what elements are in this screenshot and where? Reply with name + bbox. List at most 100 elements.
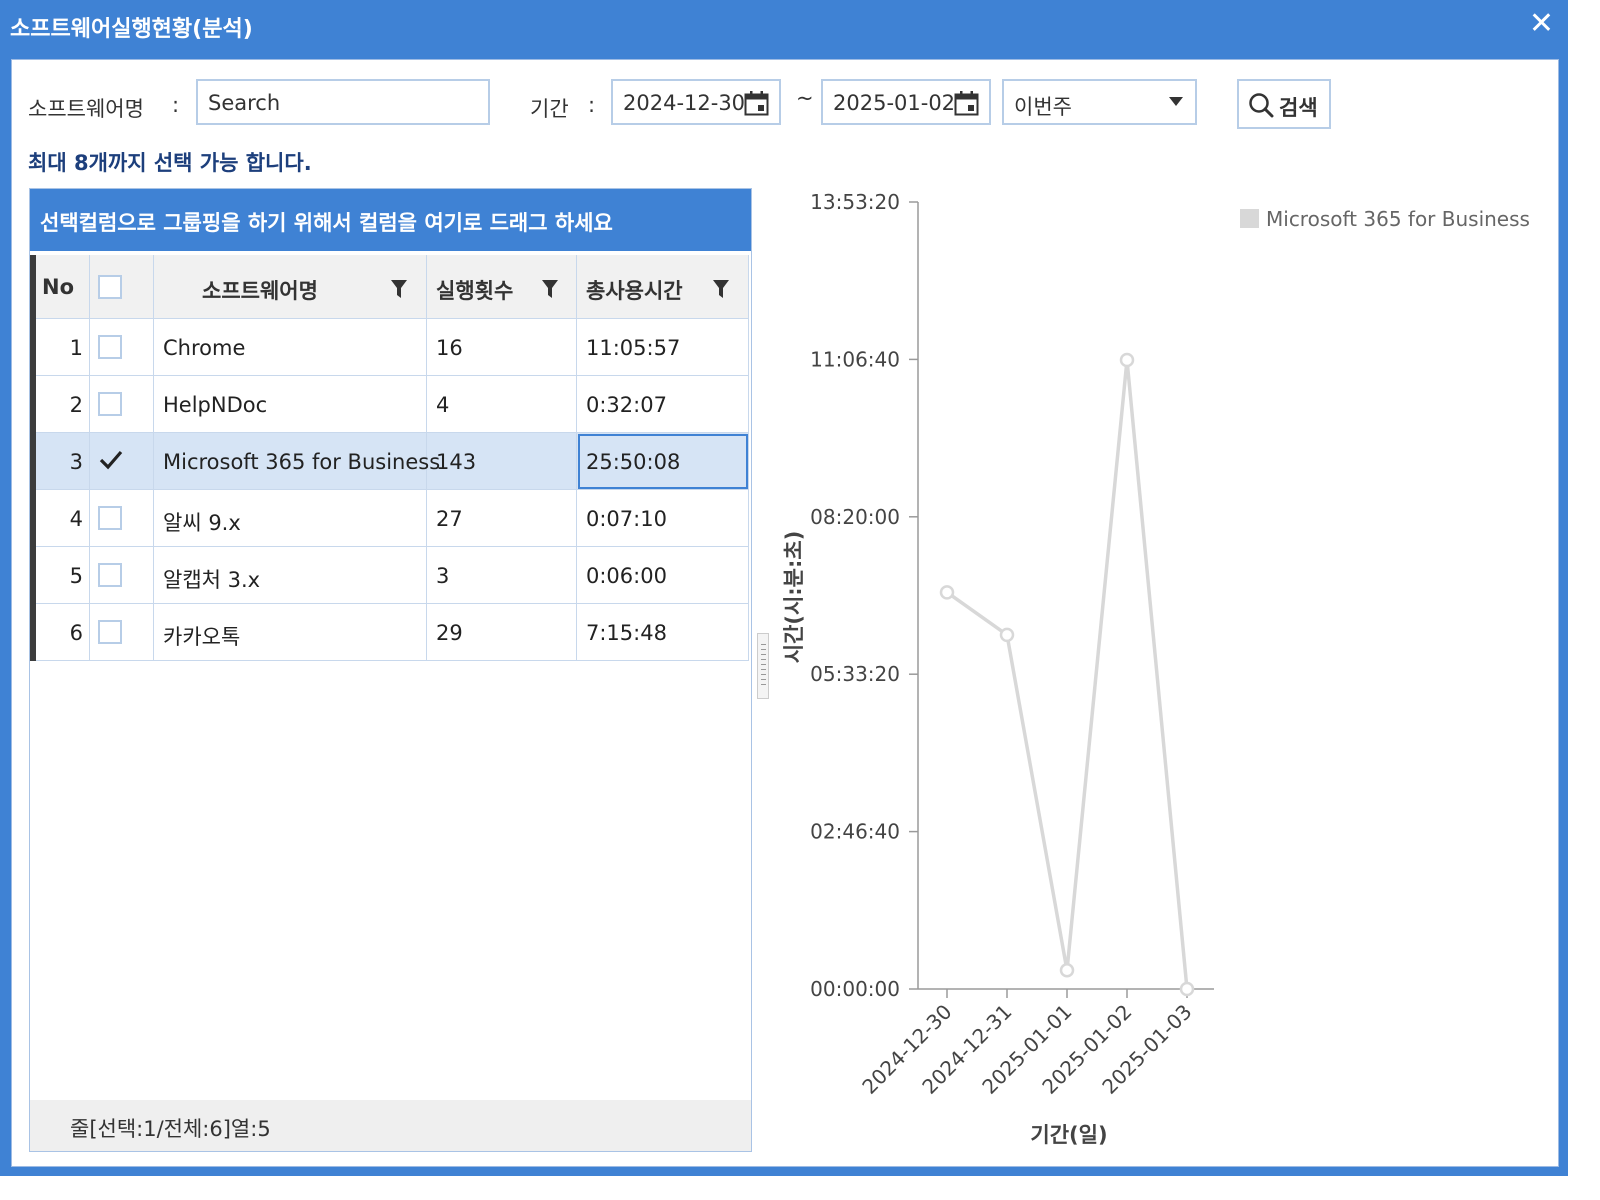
total-time: 11:05:57 <box>586 336 681 360</box>
row-number-cell: 6 <box>36 604 90 661</box>
software-name-cell[interactable]: HelpNDoc <box>154 376 427 433</box>
legend-swatch <box>1240 209 1259 228</box>
y-tick-label: 13:53:20 <box>810 190 900 214</box>
table-row[interactable]: 4 알씨 9.x 27 0:07:10 <box>36 490 749 547</box>
run-count-cell[interactable]: 29 <box>427 604 577 661</box>
software-name-cell[interactable]: 카카오톡 <box>154 604 427 661</box>
data-point <box>1179 981 1195 997</box>
software-name-cell[interactable]: Chrome <box>154 319 427 376</box>
run-count: 27 <box>436 507 463 531</box>
software-name-cell[interactable]: 알캡처 3.x <box>154 547 427 604</box>
period-preset-value: 이번주 <box>1014 95 1072 119</box>
data-point <box>939 585 955 600</box>
data-point <box>1059 963 1075 978</box>
row-checkbox-checked[interactable] <box>98 449 123 473</box>
column-header-software-name[interactable]: 소프트웨어명 <box>154 255 427 319</box>
row-number: 4 <box>69 507 83 531</box>
search-input[interactable]: Search <box>196 79 490 125</box>
group-by-panel[interactable]: 선택컬럼으로 그룹핑을 하기 위해서 컬럼을 여기로 드래그 하세요 <box>30 189 751 251</box>
total-time-cell-focused[interactable]: 25:50:08 <box>577 433 749 490</box>
software-name: 알씨 9.x <box>163 511 241 535</box>
usage-time-line-chart: 00:00:00 02:46:40 05:33:20 08:20:00 11:06:40… <box>782 190 1530 1147</box>
period-preset-select[interactable]: 이번주 <box>1002 79 1197 125</box>
row-checkbox[interactable] <box>98 392 122 416</box>
row-number: 5 <box>69 564 83 588</box>
filter-icon[interactable] <box>390 279 408 299</box>
row-select-cell <box>90 433 154 490</box>
run-count-cell[interactable]: 4 <box>427 376 577 433</box>
close-icon[interactable]: ✕ <box>1529 8 1554 40</box>
total-time-cell[interactable]: 0:06:00 <box>577 547 749 604</box>
run-count-cell[interactable]: 27 <box>427 490 577 547</box>
grid-status-bar: 줄[선택:1/전체:6]열:5 <box>30 1100 751 1151</box>
row-number-cell: 4 <box>36 490 90 547</box>
row-select-cell <box>90 490 154 547</box>
software-name-cell[interactable]: Microsoft 365 for Business <box>154 433 440 490</box>
total-time-cell[interactable]: 7:15:48 <box>577 604 749 661</box>
row-number-cell: 2 <box>36 376 90 433</box>
window-title: 소프트웨어실행현황(분석) <box>10 17 253 42</box>
run-count-cell[interactable]: 143 <box>427 433 577 490</box>
date-from-field[interactable]: 2024-12-30 <box>611 79 781 125</box>
software-name: Microsoft 365 for Business <box>163 450 441 474</box>
row-checkbox[interactable] <box>98 620 122 644</box>
total-time-cell[interactable]: 11:05:57 <box>577 319 749 376</box>
data-point <box>1119 352 1135 368</box>
software-name-label: 소프트웨어명 <box>28 97 144 121</box>
total-time: 7:15:48 <box>586 621 667 645</box>
calendar-icon[interactable] <box>744 90 769 116</box>
table-row[interactable]: 2 HelpNDoc 4 0:32:07 <box>36 376 749 433</box>
total-time-cell[interactable]: 0:07:10 <box>577 490 749 547</box>
table-row[interactable]: 5 알캡처 3.x 3 0:06:00 <box>36 547 749 604</box>
checkmark-icon <box>99 450 123 470</box>
period-label-separator: : <box>588 93 596 117</box>
row-checkbox[interactable] <box>98 335 122 359</box>
software-name: 카카오톡 <box>163 625 241 649</box>
software-name: HelpNDoc <box>163 393 268 417</box>
row-number: 3 <box>69 450 83 474</box>
run-count: 143 <box>436 450 477 474</box>
software-grid: 선택컬럼으로 그룹핑을 하기 위해서 컬럼을 여기로 드래그 하세요 No 소프… <box>29 188 752 1152</box>
software-name: Chrome <box>163 336 246 360</box>
dialog-window: 소프트웨어실행현황(분석) ✕ 소프트웨어명 : Search 기간 : 202… <box>0 0 1568 1176</box>
y-tick-label: 05:33:20 <box>810 662 900 686</box>
row-number-cell: 5 <box>36 547 90 604</box>
search-button[interactable]: 검색 <box>1237 79 1331 129</box>
x-axis-label: 기간(일) <box>1030 1123 1107 1147</box>
table-row-selected[interactable]: 3 Microsoft 365 for Business 143 25:50:0… <box>36 433 749 490</box>
chart-legend: Microsoft 365 for Business <box>1240 207 1530 231</box>
run-count-cell[interactable]: 16 <box>427 319 577 376</box>
chart-series <box>939 352 1195 997</box>
row-checkbox[interactable] <box>98 506 122 530</box>
software-name-cell[interactable]: 알씨 9.x <box>154 490 427 547</box>
row-number: 6 <box>69 621 83 645</box>
calendar-icon[interactable] <box>954 90 979 116</box>
run-count: 29 <box>436 621 463 645</box>
title-bar: 소프트웨어실행현황(분석) ✕ <box>0 0 1568 50</box>
select-all-checkbox[interactable] <box>98 275 122 299</box>
y-axis-ticks: 00:00:00 02:46:40 05:33:20 08:20:00 11:06:40… <box>810 190 918 1001</box>
search-input-value: Search <box>208 91 281 115</box>
column-header-total-time[interactable]: 총사용시간 <box>577 255 749 319</box>
total-time: 0:32:07 <box>586 393 667 417</box>
column-header-no[interactable]: No <box>36 255 90 319</box>
filter-icon[interactable] <box>712 279 730 299</box>
y-axis-label: 시간(시:분:초) <box>782 531 806 664</box>
grid-status-text: 줄[선택:1/전체:6]열:5 <box>70 1117 271 1141</box>
data-point <box>999 627 1015 643</box>
row-number: 2 <box>69 393 83 417</box>
selection-limit-notice: 최대 8개까지 선택 가능 합니다. <box>28 151 312 175</box>
date-to-field[interactable]: 2025-01-02 <box>821 79 991 125</box>
run-count: 4 <box>436 393 450 417</box>
column-header-run-count[interactable]: 실행횟수 <box>427 255 577 319</box>
table-row[interactable]: 6 카카오톡 29 7:15:48 <box>36 604 749 661</box>
total-time-cell[interactable]: 0:32:07 <box>577 376 749 433</box>
y-tick-label: 08:20:00 <box>810 505 900 529</box>
panel-splitter-handle[interactable] <box>757 633 769 699</box>
date-to-value: 2025-01-02 <box>833 91 956 115</box>
table-row[interactable]: 1 Chrome 16 11:05:57 <box>36 319 749 376</box>
run-count-cell[interactable]: 3 <box>427 547 577 604</box>
row-checkbox[interactable] <box>98 563 122 587</box>
search-icon <box>1249 93 1274 118</box>
filter-icon[interactable] <box>541 279 559 299</box>
